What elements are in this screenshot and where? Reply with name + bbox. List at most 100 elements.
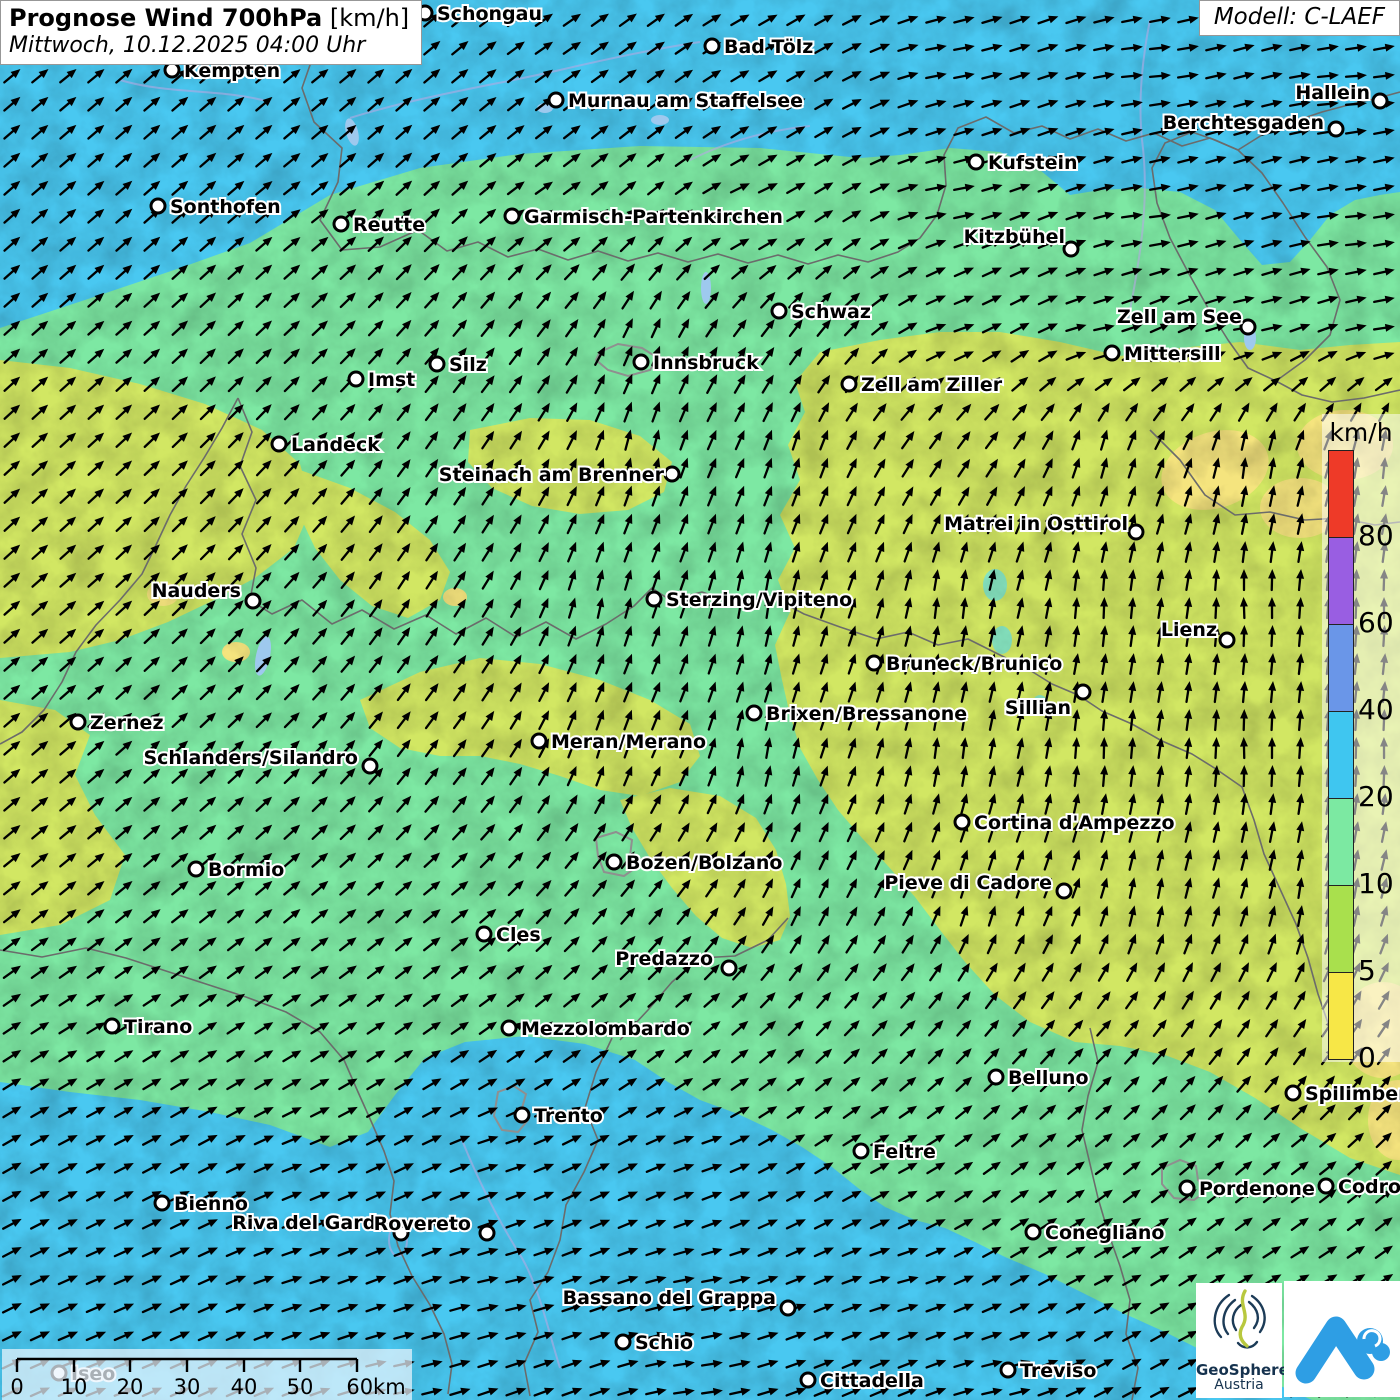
city-dot <box>505 209 519 223</box>
city-dot <box>969 155 983 169</box>
city-label: Zell am See <box>1117 306 1242 328</box>
city-label: Rovereto <box>374 1213 471 1235</box>
city-marker: Brixen/Bressanone <box>747 703 967 725</box>
title-unit: [km/h] <box>322 4 409 32</box>
partner-logo <box>1284 1281 1400 1397</box>
city-label: Conegliano <box>1045 1222 1164 1244</box>
city-dot <box>1220 633 1234 647</box>
forecast-datetime: Mittwoch, 10.12.2025 04:00 Uhr <box>9 33 409 58</box>
city-marker: Zell am Ziller <box>842 374 1003 396</box>
city-dot <box>189 862 203 876</box>
city-label: Cortina d'Ampezzo <box>974 812 1175 834</box>
legend-tick-label: 60 <box>1358 608 1394 638</box>
city-dot <box>1129 525 1143 539</box>
city-label: Sterzing/Vipiteno <box>666 589 852 611</box>
city-label: Lienz <box>1161 619 1217 641</box>
city-label: Bruneck/Brunico <box>886 653 1062 675</box>
city-dot <box>854 1144 868 1158</box>
city-marker: Steinach am Brenner <box>439 464 679 486</box>
city-label: Cles <box>496 924 541 946</box>
city-label: Feltre <box>873 1141 936 1163</box>
city-label: Landeck <box>291 434 380 456</box>
legend-segment <box>1329 886 1353 973</box>
city-label: Schongau <box>437 3 542 25</box>
model-box: Modell: C-LAEF <box>1199 0 1400 36</box>
city-dot <box>801 1373 815 1387</box>
city-label: Garmisch-Partenkirchen <box>524 206 783 228</box>
legend-segment <box>1329 451 1353 538</box>
city-marker: Bruneck/Brunico <box>867 653 1062 675</box>
city-label: Kitzbühel <box>964 226 1065 248</box>
scale-label: 50 <box>287 1375 314 1399</box>
legend-segment <box>1329 538 1353 625</box>
city-dot <box>955 815 969 829</box>
city-dot <box>71 715 85 729</box>
city-dot <box>532 734 546 748</box>
city-label: Mezzolombardo <box>521 1018 690 1040</box>
legend-tick-label: 0 <box>1358 1043 1376 1073</box>
city-dot <box>722 961 736 975</box>
city-label: Treviso <box>1020 1360 1096 1382</box>
city-label: Belluno <box>1008 1067 1089 1089</box>
city-label: Berchtesgaden <box>1163 112 1324 134</box>
city-label: Innsbruck <box>653 352 759 374</box>
city-label: Pieve di Cadore <box>884 872 1052 894</box>
model-label: Modell: C-LAEF <box>1214 4 1385 30</box>
city-dot <box>1180 1181 1194 1195</box>
city-label: Steinach am Brenner <box>439 464 665 486</box>
city-dot <box>549 93 563 107</box>
city-marker: Cortina d'Ampezzo <box>955 812 1175 834</box>
city-dot <box>747 706 761 720</box>
city-marker: Innsbruck <box>634 352 759 374</box>
city-dot <box>1373 94 1387 108</box>
city-label: Bad Tölz <box>724 36 813 58</box>
city-dot <box>246 594 260 608</box>
city-label: Zell am Ziller <box>861 374 1003 396</box>
city-dot <box>1057 884 1071 898</box>
city-marker: Conegliano <box>1026 1222 1164 1244</box>
city-label: Cittadella <box>820 1370 924 1392</box>
city-dot <box>334 217 348 231</box>
city-dot <box>502 1021 516 1035</box>
city-dot <box>647 592 661 606</box>
scale-label: 30 <box>174 1375 201 1399</box>
city-label: Kufstein <box>988 152 1078 174</box>
city-marker: Sonthofen <box>151 196 281 218</box>
legend-tick-label: 80 <box>1358 521 1394 551</box>
geosphere-logo: GeoSphere Austria <box>1196 1283 1282 1398</box>
city-dot <box>1026 1225 1040 1239</box>
color-legend: km/h 806040201050 <box>1322 414 1400 1062</box>
city-label: Mittersill <box>1124 343 1221 365</box>
city-marker: Berchtesgaden <box>1163 112 1343 136</box>
city-dot <box>781 1301 795 1315</box>
city-label: Schwaz <box>791 301 871 323</box>
city-marker: Pordenone <box>1180 1178 1315 1200</box>
city-label: Bormio <box>208 859 284 881</box>
legend-segment <box>1329 799 1353 886</box>
city-dot <box>155 1196 169 1210</box>
city-dot <box>105 1019 119 1033</box>
city-label: Brixen/Bressanone <box>766 703 967 725</box>
city-marker: Mezzolombardo <box>502 1018 690 1040</box>
city-label: Schio <box>635 1332 693 1354</box>
map-scale-bar: 0102030405060km <box>2 1349 412 1400</box>
city-label: Trento <box>534 1105 603 1127</box>
city-label: Pordenone <box>1199 1178 1315 1200</box>
geosphere-contour-icon <box>1196 1283 1282 1357</box>
city-label: Reutte <box>353 214 425 236</box>
city-marker: Bozen/Bolzano <box>607 852 782 874</box>
city-dot <box>477 927 491 941</box>
city-label: Zernez <box>90 712 164 734</box>
city-dot <box>515 1108 529 1122</box>
legend-tick-label: 10 <box>1358 869 1394 899</box>
city-dot <box>349 372 363 386</box>
city-label: Spilimbergo <box>1305 1083 1400 1105</box>
city-dot <box>1001 1363 1015 1377</box>
legend-tick-label: 20 <box>1358 782 1394 812</box>
city-dot <box>616 1335 630 1349</box>
city-dot <box>607 855 621 869</box>
city-dot <box>867 656 881 670</box>
legend-segment <box>1329 973 1353 1059</box>
city-marker: Meran/Merano <box>532 731 706 753</box>
city-label: Schlanders/Silandro <box>143 747 358 769</box>
